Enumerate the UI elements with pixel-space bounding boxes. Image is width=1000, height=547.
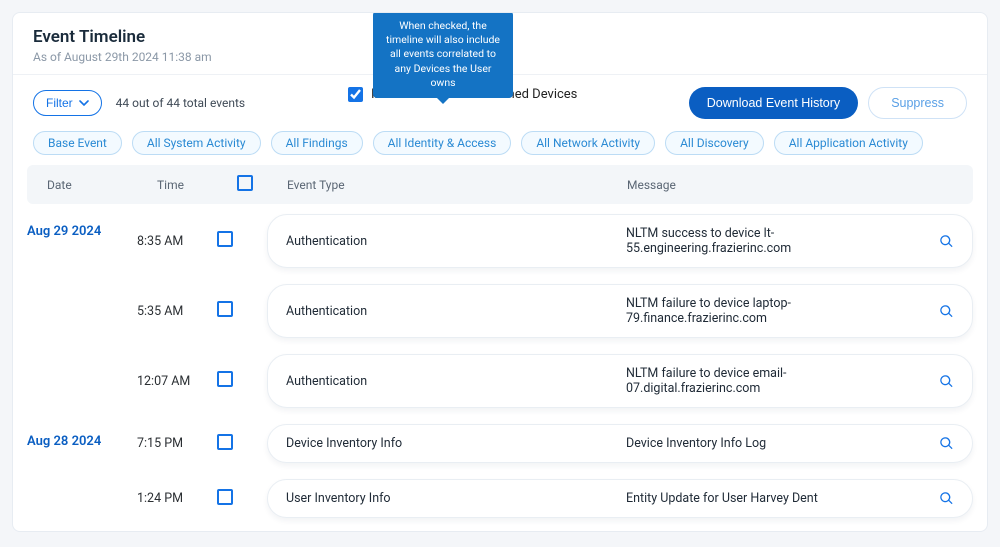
date-cell (27, 354, 137, 364)
filter-chip[interactable]: Base Event (33, 131, 122, 155)
event-message: NLTM success to device lt-55.engineering… (626, 226, 894, 256)
event-message: NLTM failure to device laptop-79.finance… (626, 296, 894, 326)
include-tooltip: When checked, the timeline will also inc… (373, 12, 513, 98)
event-card[interactable]: AuthenticationNLTM success to device lt-… (267, 214, 973, 268)
download-history-button[interactable]: Download Event History (689, 87, 858, 119)
row-checkbox[interactable] (217, 231, 233, 247)
event-message: NLTM failure to device email-07.digital.… (626, 366, 894, 396)
event-type: Device Inventory Info (286, 436, 626, 451)
search-icon[interactable] (939, 304, 954, 319)
event-card[interactable]: Device Inventory InfoDevice Inventory In… (267, 424, 973, 463)
event-rows: Aug 29 20248:35 AMAuthenticationNLTM suc… (13, 204, 987, 532)
suppress-button[interactable]: Suppress (868, 87, 967, 119)
row-checkbox[interactable] (217, 371, 233, 387)
event-type: Authentication (286, 374, 626, 389)
row-checkbox[interactable] (217, 301, 233, 317)
result-count: 44 out of 44 total events (116, 96, 245, 110)
filter-chip[interactable]: All System Activity (132, 131, 261, 155)
filter-chip[interactable]: All Application Activity (774, 131, 923, 155)
filter-chip[interactable]: All Discovery (665, 131, 764, 155)
date-cell: Aug 29 2024 (27, 214, 137, 239)
include-owned-devices-checkbox[interactable] (348, 87, 363, 102)
col-event-type: Event Type (287, 178, 627, 192)
event-message: Device Inventory Info Log (626, 436, 894, 451)
row-checkbox[interactable] (217, 434, 233, 450)
search-icon[interactable] (939, 234, 954, 249)
event-timeline-panel: When checked, the timeline will also inc… (12, 12, 988, 532)
table-row: 12:07 AM AuthenticationNLTM failure to de… (27, 354, 973, 408)
event-card[interactable]: AuthenticationNLTM failure to device lap… (267, 284, 973, 338)
search-icon[interactable] (939, 491, 954, 506)
col-date: Date (47, 178, 157, 192)
select-all-checkbox[interactable] (237, 175, 253, 191)
right-actions: Download Event History Suppress (689, 87, 967, 119)
date-cell (27, 284, 137, 294)
event-card[interactable]: User Inventory InfoEntity Update for Use… (267, 479, 973, 518)
date-cell: Aug 28 2024 (27, 424, 137, 449)
filter-chips-row: Base Event All System Activity All Finding… (13, 131, 987, 165)
time-cell: 8:35 AM (137, 234, 217, 249)
chevron-down-icon (79, 98, 89, 108)
col-message: Message (627, 178, 953, 192)
table-row: Aug 29 20248:35 AM AuthenticationNLTM suc… (27, 214, 973, 268)
filter-button[interactable]: Filter (33, 90, 102, 116)
col-time: Time (157, 178, 237, 192)
filter-label: Filter (46, 96, 73, 110)
table-header: Date Time Event Type Message (27, 165, 973, 204)
time-cell: 5:35 AM (137, 304, 217, 319)
row-checkbox[interactable] (217, 489, 233, 505)
time-cell: 7:15 PM (137, 436, 217, 451)
table-row: 5:35 AM AuthenticationNLTM failure to dev… (27, 284, 973, 338)
filter-chip[interactable]: All Network Activity (521, 131, 655, 155)
table-row: Aug 28 20247:15 PM Device Inventory InfoD… (27, 424, 973, 463)
event-type: Authentication (286, 234, 626, 249)
event-icons (894, 491, 954, 506)
date-cell (27, 479, 137, 489)
search-icon[interactable] (939, 436, 954, 451)
time-cell: 1:24 PM (137, 491, 217, 506)
event-type: User Inventory Info (286, 491, 626, 506)
time-cell: 12:07 AM (137, 374, 217, 389)
table-row: 1:24 PM User Inventory InfoEntity Update … (27, 479, 973, 518)
event-icons (894, 436, 954, 451)
event-message: Entity Update for User Harvey Dent (626, 491, 894, 506)
event-card[interactable]: AuthenticationNLTM failure to device ema… (267, 354, 973, 408)
search-icon[interactable] (939, 374, 954, 389)
filter-chip[interactable]: All Identity & Access (373, 131, 512, 155)
event-icons (894, 304, 954, 319)
event-icons (894, 234, 954, 249)
event-type: Authentication (286, 304, 626, 319)
filter-chip[interactable]: All Findings (271, 131, 363, 155)
event-icons (894, 374, 954, 389)
